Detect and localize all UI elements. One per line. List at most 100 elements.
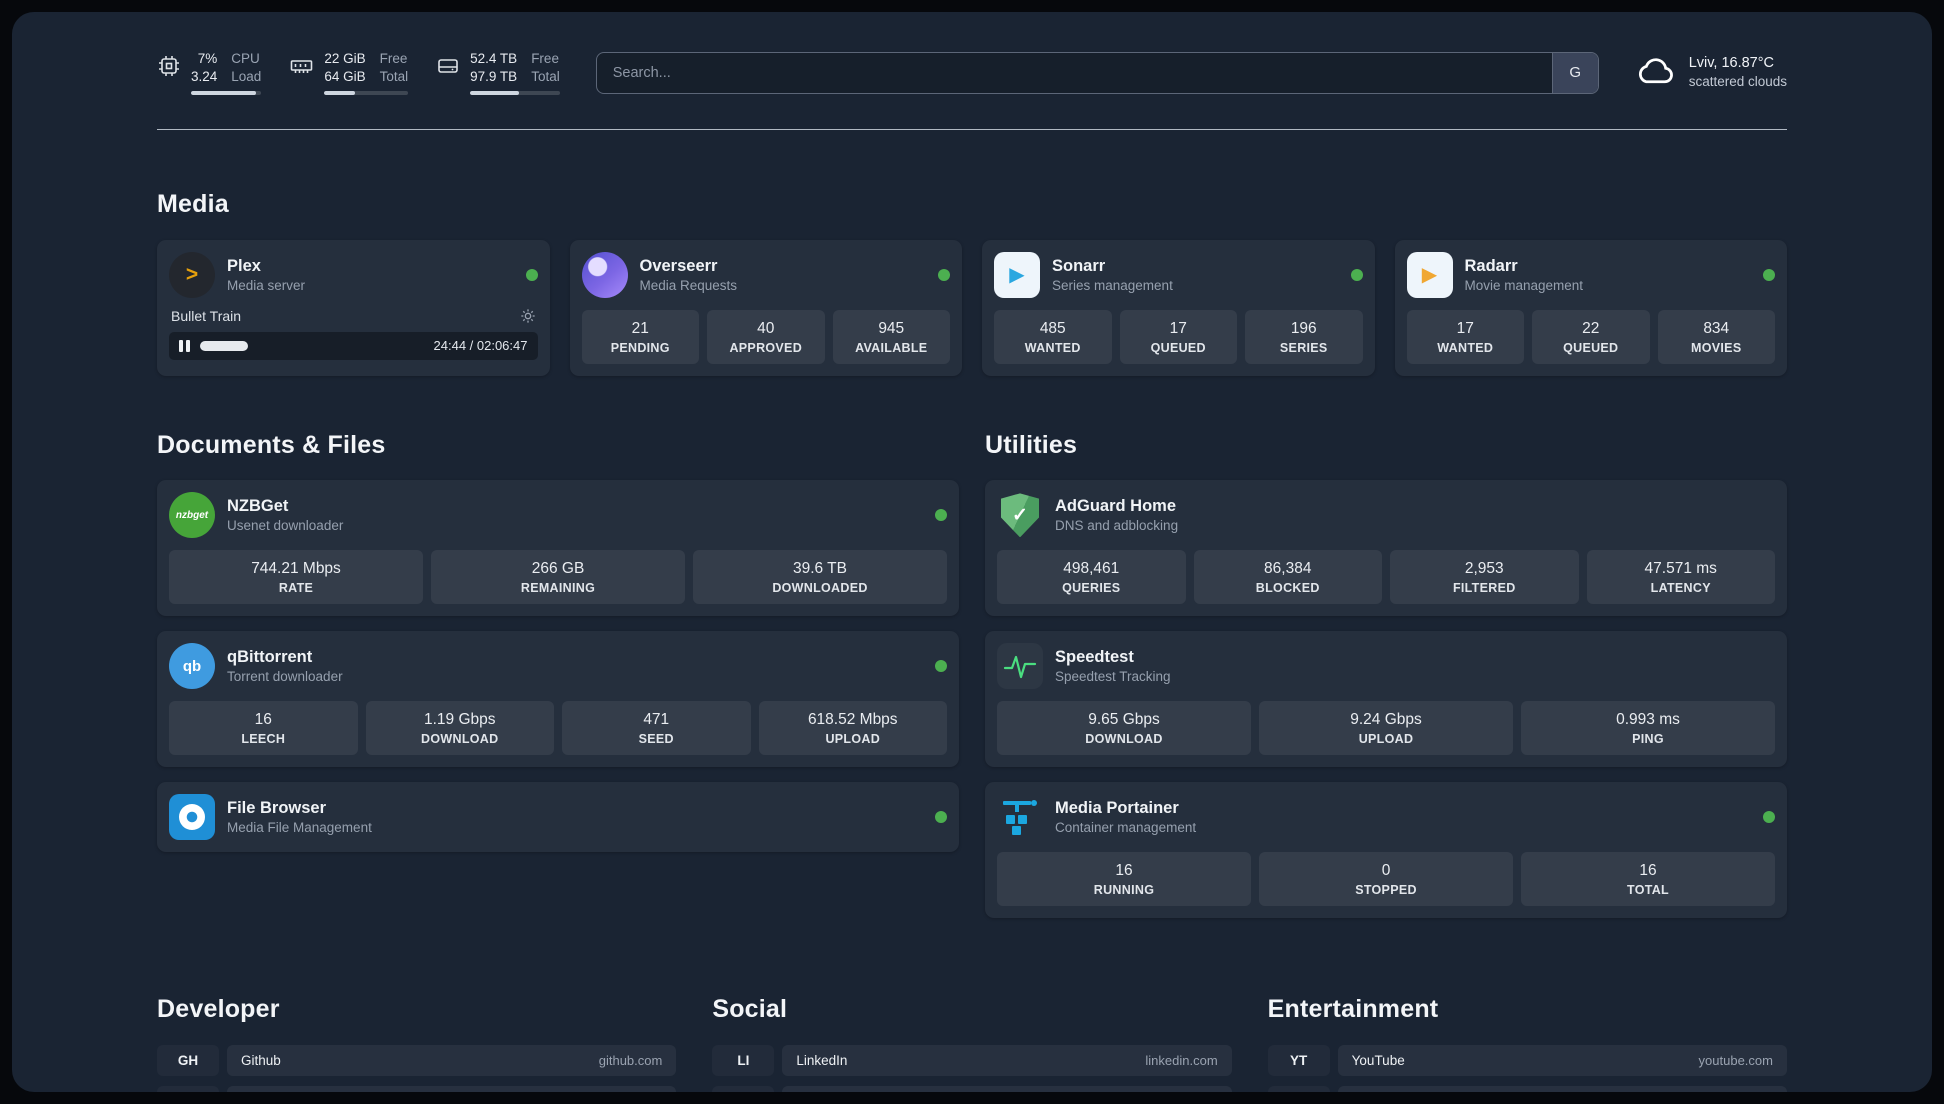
service-desc: Speedtest Tracking [1055,669,1171,685]
status-dot [1350,268,1363,281]
pause-icon[interactable] [179,339,190,352]
stat-tile: 471 SEED [562,701,751,756]
stat-label: QUEUED [1150,340,1206,355]
status-dot [1763,811,1775,824]
stat-tile: 17 QUEUED [1119,309,1237,364]
bookmark-abbr: GH [157,1045,219,1076]
service-link-adguard[interactable]: ✓ AdGuard Home DNS and adblocking [997,492,1775,538]
service-link-overseerr[interactable]: Overseerr Media Requests [581,251,950,298]
filebrowser-icon [169,794,215,841]
weather-location: Lviv, 16.87°C [1688,54,1775,71]
bookmark-netflix[interactable]: NF Netflix netflix.com [1268,1085,1787,1092]
bookmark-linkedin[interactable]: LI LinkedIn linkedin.com [712,1044,1232,1076]
service-link-speedtest[interactable]: Speedtest Speedtest Tracking [997,643,1775,690]
service-name: Sonarr [1052,256,1106,275]
service-card-adguard: ✓ AdGuard Home DNS and adblocking 498,46… [985,480,1787,617]
service-link-filebrowser[interactable]: File Browser Media File Management [169,794,947,841]
stat-tile: 196 SERIES [1245,309,1363,364]
stat-tile: 39.6 TB DOWNLOADED [693,550,947,605]
bookmark-group-social: Social LI LinkedIn linkedin.com TW Twitt… [712,974,1232,1092]
stat-value: 17 [1169,319,1187,337]
weather-condition: scattered clouds [1688,74,1787,90]
cloud-icon [1635,54,1677,91]
stat-label: DOWNLOAD [1085,732,1163,747]
stat-value: 834 [1703,319,1730,337]
service-link-nzbget[interactable]: nzbget NZBGet Usenet downloader [169,492,947,539]
bookmark-github[interactable]: GH Github github.com [157,1044,677,1076]
stat-label: SEED [638,732,674,747]
service-name: Overseerr [639,256,718,275]
section-title-social: Social [712,995,788,1024]
bookmark-abbr: YT [1268,1045,1330,1076]
stat-tile: 498,461 QUERIES [997,550,1186,605]
stat-value: 21 [631,319,649,337]
status-dot [1763,268,1775,281]
service-card-nzbget: nzbget NZBGet Usenet downloader 744.21 M… [157,480,959,617]
section-title-media: Media [157,190,229,219]
weather-widget: Lviv, 16.87°C scattered clouds [1635,54,1787,92]
service-name: Speedtest [1055,648,1134,667]
service-name: Plex [227,256,261,275]
stat-label: DOWNLOADED [772,581,868,596]
cpu-usage-bar [191,91,262,96]
adguard-shield-icon: ✓ [997,492,1043,538]
stat-label: REMAINING [520,581,596,596]
bookmark-name: Github [241,1052,281,1068]
bookmark-group-developer: Developer GH Github github.com SO StackO… [157,974,677,1092]
service-card-radarr: ▶ Radarr Movie management 17 WANTED 22 Q… [1394,239,1787,376]
gear-icon[interactable] [520,308,536,324]
stat-tile: 9.24 Gbps UPLOAD [1259,701,1513,756]
bookmark-abbr: SO [157,1086,219,1092]
service-link-radarr[interactable]: ▶ Radarr Movie management [1406,251,1775,298]
service-card-overseerr: Overseerr Media Requests 21 PENDING 40 A… [569,239,962,376]
memory-free-label: Free [379,51,408,66]
service-card-portainer: Media Portainer Container management 16 … [985,782,1787,919]
bookmark-domain: linkedin.com [1145,1052,1218,1068]
speedtest-graph-icon [997,643,1043,690]
service-desc: Movie management [1464,277,1584,293]
service-link-qbittorrent[interactable]: qb qBittorrent Torrent downloader [169,643,947,690]
cpu-load-value: 3.24 [191,68,218,84]
stat-label: RATE [278,581,314,596]
status-dot [935,509,947,522]
memory-usage-bar [324,91,409,96]
stat-value: 39.6 TB [792,560,847,578]
memory-free-value: 22 GiB [324,51,366,66]
progress-bar[interactable] [199,340,248,351]
service-link-plex[interactable]: > Plex Media server [169,251,538,298]
stat-tile: 834 MOVIES [1657,309,1775,364]
service-link-sonarr[interactable]: ▶ Sonarr Series management [994,251,1363,298]
search-provider-button[interactable]: G [1551,52,1598,93]
stat-value: 744.21 Mbps [251,560,341,578]
search-input[interactable] [596,52,1552,93]
stat-label: STOPPED [1355,883,1417,898]
service-desc: Torrent downloader [227,669,343,685]
bookmark-stackoverflow[interactable]: SO StackOverflow stackoverflow.com [157,1085,677,1092]
stat-label: FILTERED [1452,581,1516,596]
stat-label: DOWNLOAD [421,732,499,747]
cpu-label: CPU [231,51,260,66]
stat-tile: 9.65 Gbps DOWNLOAD [997,701,1251,756]
stat-label: PING [1632,732,1664,747]
bookmark-domain: youtube.com [1698,1052,1773,1068]
service-link-portainer[interactable]: Media Portainer Container management [997,794,1775,840]
service-desc: Media server [227,277,306,293]
section-title-documents: Documents & Files [157,430,386,459]
status-dot [935,660,947,673]
stat-value: 0.993 ms [1616,711,1680,729]
bookmark-twitter[interactable]: TW Twitter twitter.com [712,1085,1232,1092]
stat-value: 16 [254,711,272,729]
stat-label: UPLOAD [1358,732,1414,747]
stat-value: 9.24 Gbps [1350,711,1422,729]
stat-label: SERIES [1279,340,1328,355]
stat-label: TOTAL [1626,883,1669,898]
stat-value: 266 GB [531,560,585,578]
service-desc: Container management [1055,820,1197,836]
stat-label: PENDING [610,340,670,355]
disk-free-value: 52.4 TB [470,51,518,66]
service-card-speedtest: Speedtest Speedtest Tracking 9.65 Gbps D… [985,631,1787,768]
cpu-chip-icon [157,54,181,78]
bookmark-youtube[interactable]: YT YouTube youtube.com [1268,1044,1787,1076]
bookmark-abbr: TW [712,1086,774,1092]
playback-time: 24:44 / 02:06:47 [433,338,528,354]
